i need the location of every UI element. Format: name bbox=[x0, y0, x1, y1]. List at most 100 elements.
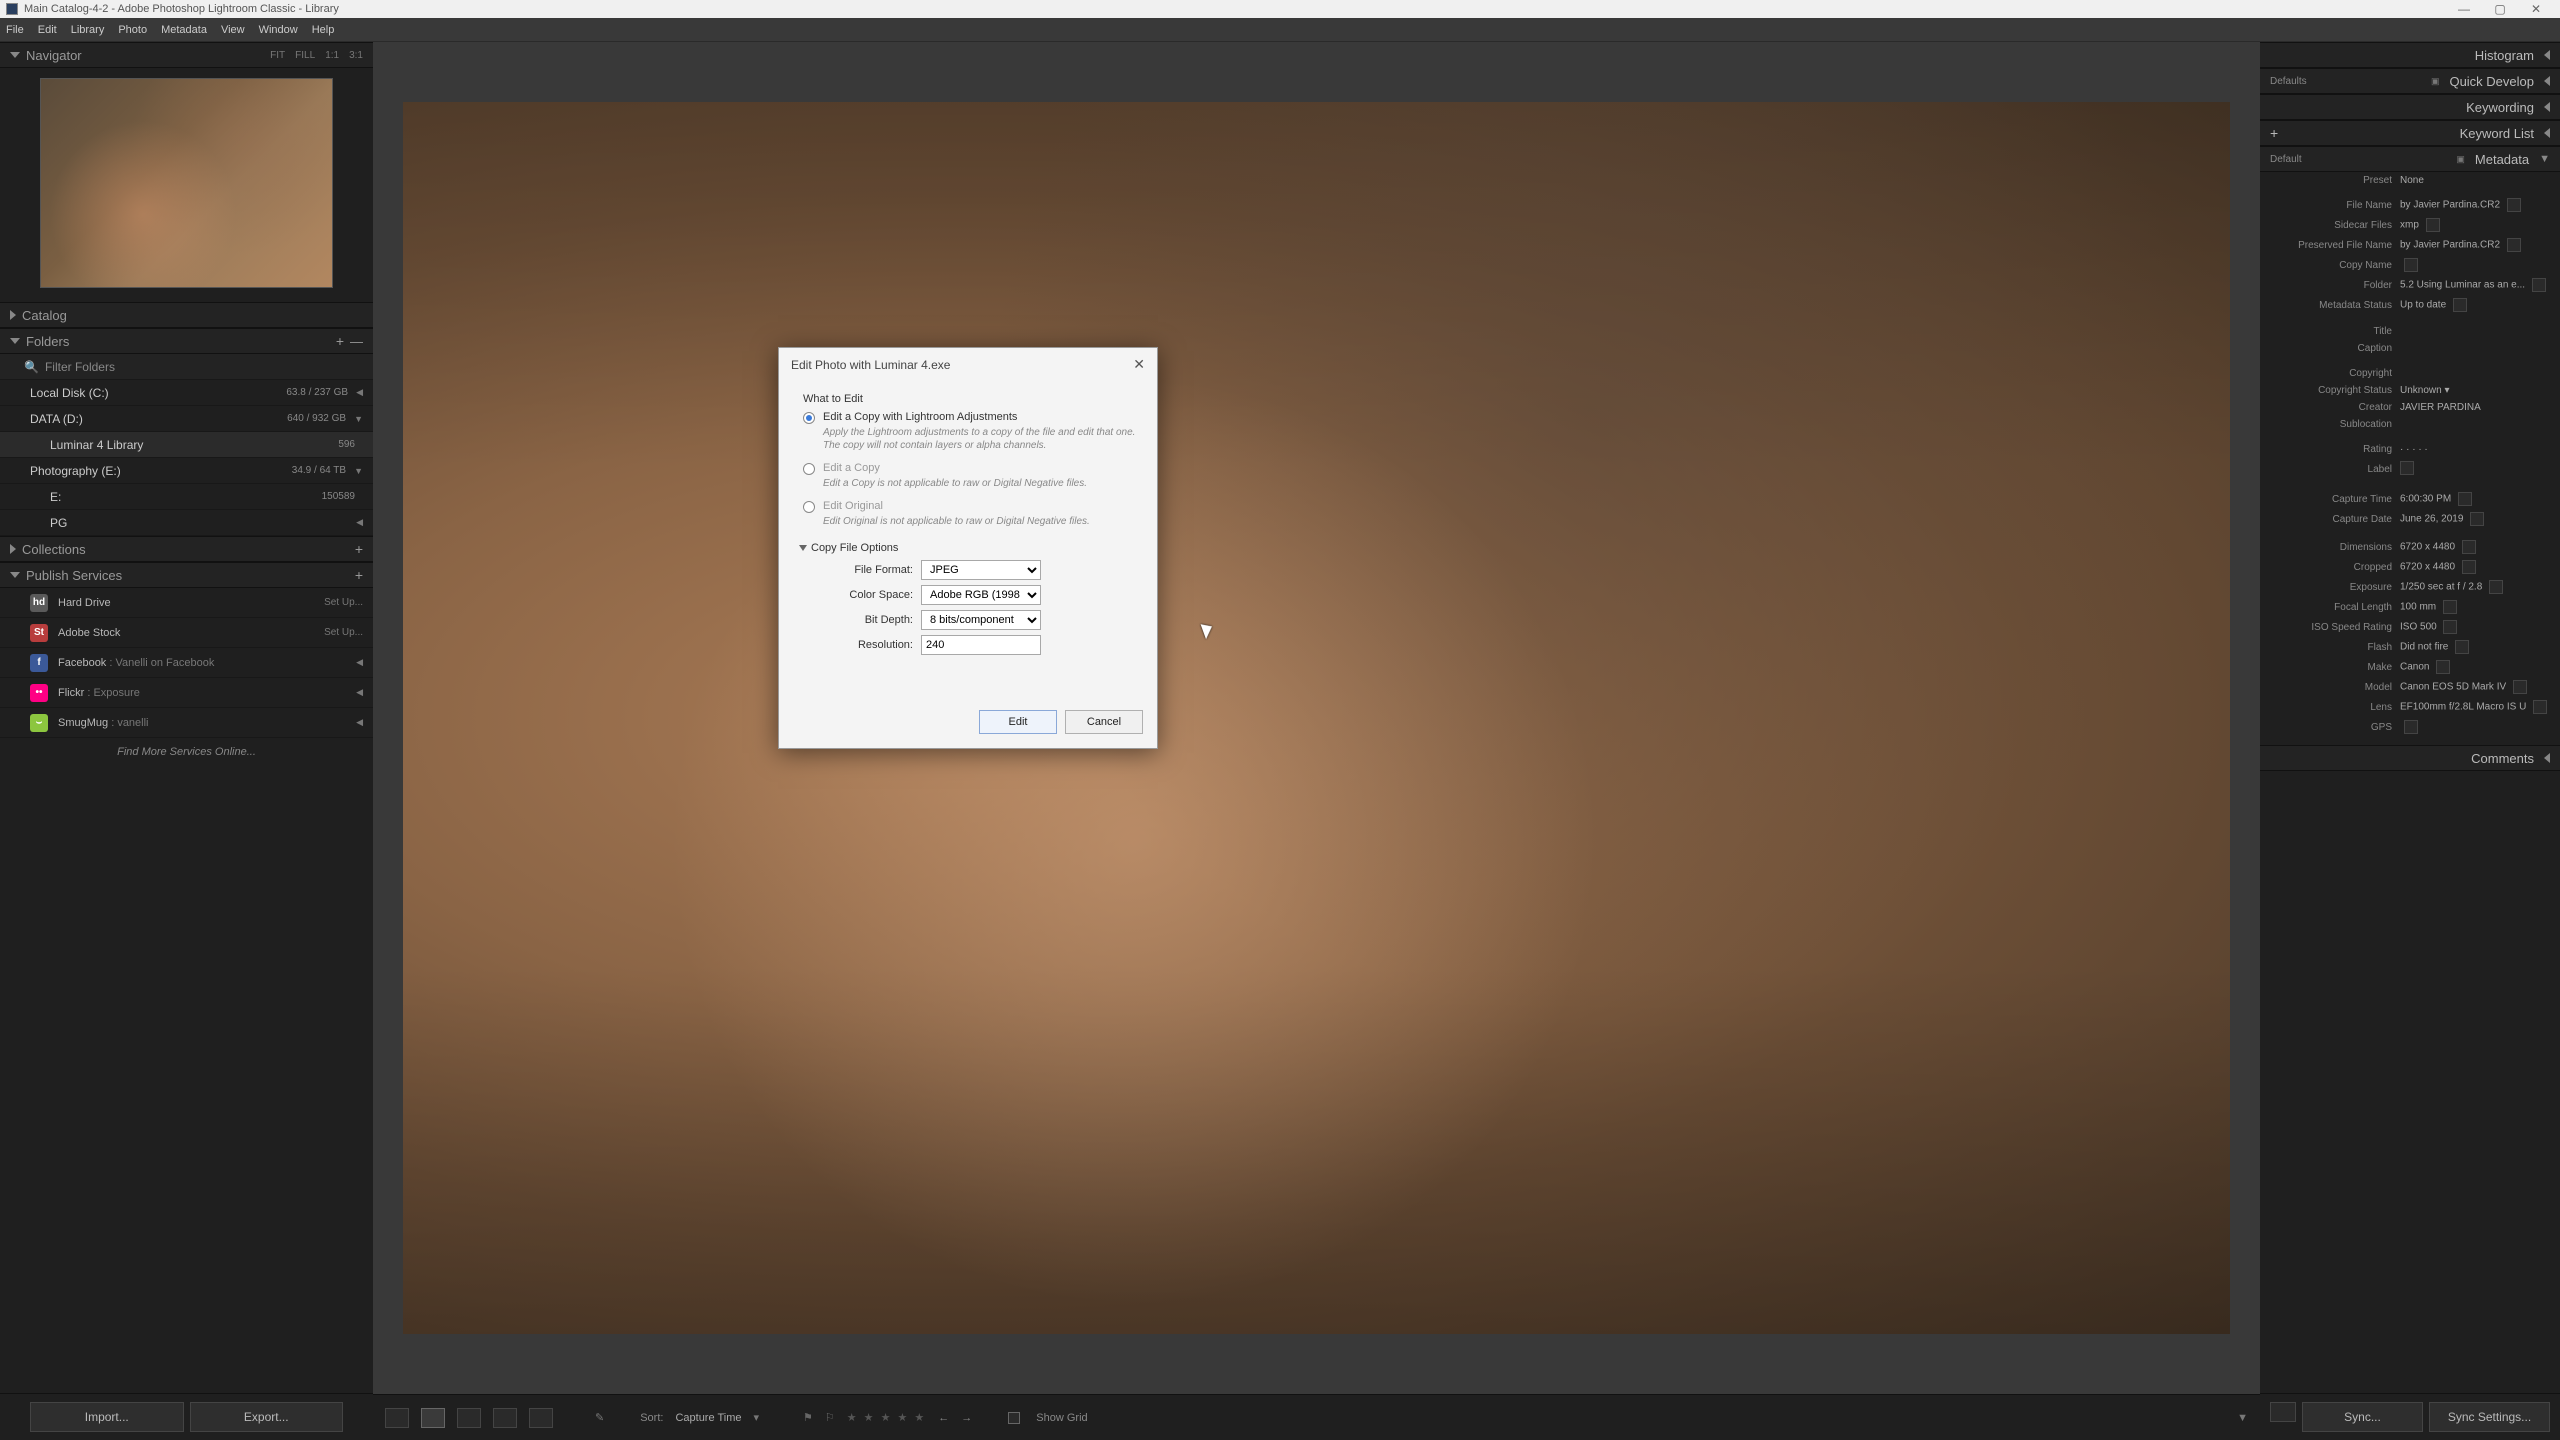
folder-row[interactable]: PG ◀ bbox=[0, 510, 373, 536]
publish-service-row[interactable]: •• Flickr : Exposure ◀ bbox=[0, 678, 373, 708]
navigator-fill[interactable]: FILL bbox=[295, 50, 315, 61]
loupe-view-button[interactable] bbox=[421, 1408, 445, 1428]
radio-edit-copy[interactable]: Edit a Copy bbox=[803, 462, 1137, 475]
metadata-value[interactable]: by Javier Pardina.CR2 bbox=[2400, 198, 2550, 212]
add-folder-button[interactable]: + bbox=[336, 333, 344, 349]
navigator-fit[interactable]: FIT bbox=[270, 50, 285, 61]
cancel-button[interactable]: Cancel bbox=[1065, 710, 1143, 734]
collections-header[interactable]: Collections + bbox=[0, 536, 373, 562]
metadata-value[interactable]: June 26, 2019 bbox=[2400, 512, 2550, 526]
edit-button[interactable]: Edit bbox=[979, 710, 1057, 734]
metadata-value[interactable] bbox=[2400, 258, 2550, 272]
metadata-value[interactable]: ISO 500 bbox=[2400, 620, 2550, 634]
metadata-value[interactable]: 6:00:30 PM bbox=[2400, 492, 2550, 506]
radio-edit-copy-adjustments[interactable]: Edit a Copy with Lightroom Adjustments bbox=[803, 411, 1137, 424]
setup-link[interactable]: Set Up... bbox=[324, 627, 363, 638]
menu-view[interactable]: View bbox=[221, 24, 245, 36]
flag-rejected-icon[interactable]: ⚐ bbox=[825, 1411, 835, 1424]
folder-row[interactable]: DATA (D:) 640 / 932 GB ▼ bbox=[0, 406, 373, 432]
menu-photo[interactable]: Photo bbox=[118, 24, 147, 36]
publish-service-row[interactable]: St Adobe Stock Set Up... bbox=[0, 618, 373, 648]
toolbar-menu-button[interactable]: ▼ bbox=[2237, 1412, 2248, 1424]
action-icon[interactable] bbox=[2453, 298, 2467, 312]
copy-file-options-toggle[interactable]: Copy File Options bbox=[799, 542, 1137, 554]
action-icon[interactable] bbox=[2462, 540, 2476, 554]
setup-link[interactable]: Set Up... bbox=[324, 597, 363, 608]
metadata-mode-dropdown[interactable]: Default bbox=[2270, 154, 2302, 165]
sync-settings-button[interactable]: Sync Settings... bbox=[2429, 1402, 2550, 1432]
metadata-value[interactable]: by Javier Pardina.CR2 bbox=[2400, 238, 2550, 252]
painter-tool-icon[interactable]: ✎ bbox=[595, 1411, 604, 1424]
folders-menu-button[interactable]: — bbox=[350, 334, 363, 349]
publish-header[interactable]: Publish Services + bbox=[0, 562, 373, 588]
action-icon[interactable] bbox=[2470, 512, 2484, 526]
action-icon[interactable] bbox=[2426, 218, 2440, 232]
image-area[interactable]: Edit Photo with Luminar 4.exe ✕ What to … bbox=[373, 42, 2260, 1394]
keywording-header[interactable]: Keywording bbox=[2260, 94, 2560, 120]
grid-view-button[interactable] bbox=[385, 1408, 409, 1428]
folder-row[interactable]: Photography (E:) 34.9 / 64 TB ▼ bbox=[0, 458, 373, 484]
next-photo-button[interactable]: → bbox=[961, 1412, 972, 1424]
window-close-button[interactable]: ✕ bbox=[2518, 2, 2554, 16]
action-icon[interactable] bbox=[2458, 492, 2472, 506]
filter-folders-input[interactable]: 🔍 Filter Folders bbox=[0, 354, 373, 380]
folder-row[interactable]: Luminar 4 Library 596 bbox=[0, 432, 373, 458]
action-icon[interactable] bbox=[2443, 600, 2457, 614]
quick-develop-header[interactable]: Defaults ▣ Quick Develop bbox=[2260, 68, 2560, 94]
menu-edit[interactable]: Edit bbox=[38, 24, 57, 36]
compare-view-button[interactable] bbox=[457, 1408, 481, 1428]
radio-edit-original[interactable]: Edit Original bbox=[803, 500, 1137, 513]
action-icon[interactable] bbox=[2507, 198, 2521, 212]
import-button[interactable]: Import... bbox=[30, 1402, 184, 1432]
action-icon[interactable] bbox=[2462, 560, 2476, 574]
action-icon[interactable] bbox=[2532, 278, 2546, 292]
histogram-header[interactable]: Histogram bbox=[2260, 42, 2560, 68]
metadata-value[interactable]: JAVIER PARDINA bbox=[2400, 402, 2550, 413]
bit-depth-select[interactable]: 8 bits/component bbox=[921, 610, 1041, 630]
navigator-thumbnail[interactable] bbox=[40, 78, 333, 288]
publish-service-row[interactable]: hd Hard Drive Set Up... bbox=[0, 588, 373, 618]
menu-library[interactable]: Library bbox=[71, 24, 105, 36]
export-button[interactable]: Export... bbox=[190, 1402, 344, 1432]
comments-header[interactable]: Comments bbox=[2260, 745, 2560, 771]
rating-value[interactable]: · · · · · bbox=[2400, 444, 2550, 455]
resolution-input[interactable] bbox=[921, 635, 1041, 655]
defaults-dropdown[interactable]: Defaults bbox=[2270, 76, 2307, 87]
menu-help[interactable]: Help bbox=[312, 24, 335, 36]
metadata-value[interactable]: 5.2 Using Luminar as an e... bbox=[2400, 278, 2550, 292]
metadata-value[interactable]: Unknown ▾ bbox=[2400, 385, 2550, 396]
metadata-value[interactable]: None bbox=[2400, 175, 2550, 186]
metadata-value[interactable]: Up to date bbox=[2400, 298, 2550, 312]
metadata-header[interactable]: Default ▣ Metadata ▼ bbox=[2260, 146, 2560, 172]
metadata-value[interactable]: 100 mm bbox=[2400, 600, 2550, 614]
navigator-header[interactable]: Navigator FIT FILL 1:1 3:1 bbox=[0, 42, 373, 68]
action-icon[interactable] bbox=[2513, 680, 2527, 694]
add-keyword-button[interactable]: + bbox=[2270, 125, 2278, 141]
action-icon[interactable] bbox=[2404, 258, 2418, 272]
find-more-services[interactable]: Find More Services Online... bbox=[0, 738, 373, 766]
action-icon[interactable] bbox=[2489, 580, 2503, 594]
people-view-button[interactable] bbox=[529, 1408, 553, 1428]
metadata-value[interactable]: Canon EOS 5D Mark IV bbox=[2400, 680, 2550, 694]
color-space-select[interactable]: Adobe RGB (1998) bbox=[921, 585, 1041, 605]
menu-window[interactable]: Window bbox=[259, 24, 298, 36]
chevron-down-icon[interactable]: ▾ bbox=[753, 1411, 759, 1424]
sort-value[interactable]: Capture Time bbox=[675, 1412, 741, 1424]
catalog-header[interactable]: Catalog bbox=[0, 302, 373, 328]
action-icon[interactable] bbox=[2404, 720, 2418, 734]
window-minimize-button[interactable]: — bbox=[2446, 2, 2482, 16]
metadata-value[interactable]: 1/250 sec at f / 2.8 bbox=[2400, 580, 2550, 594]
flag-picked-icon[interactable]: ⚑ bbox=[803, 1411, 813, 1424]
metadata-value[interactable]: 6720 x 4480 bbox=[2400, 540, 2550, 554]
metadata-value[interactable]: xmp bbox=[2400, 218, 2550, 232]
dialog-title-bar[interactable]: Edit Photo with Luminar 4.exe ✕ bbox=[779, 348, 1157, 383]
menu-file[interactable]: File bbox=[6, 24, 24, 36]
file-format-select[interactable]: JPEG bbox=[921, 560, 1041, 580]
show-grid-checkbox[interactable] bbox=[1008, 1412, 1020, 1424]
action-icon[interactable] bbox=[2533, 700, 2547, 714]
navigator-1-1[interactable]: 1:1 bbox=[325, 50, 339, 61]
metadata-value[interactable]: Canon bbox=[2400, 660, 2550, 674]
action-icon[interactable] bbox=[2455, 640, 2469, 654]
keyword-list-header[interactable]: + Keyword List bbox=[2260, 120, 2560, 146]
metadata-value[interactable] bbox=[2400, 720, 2550, 734]
